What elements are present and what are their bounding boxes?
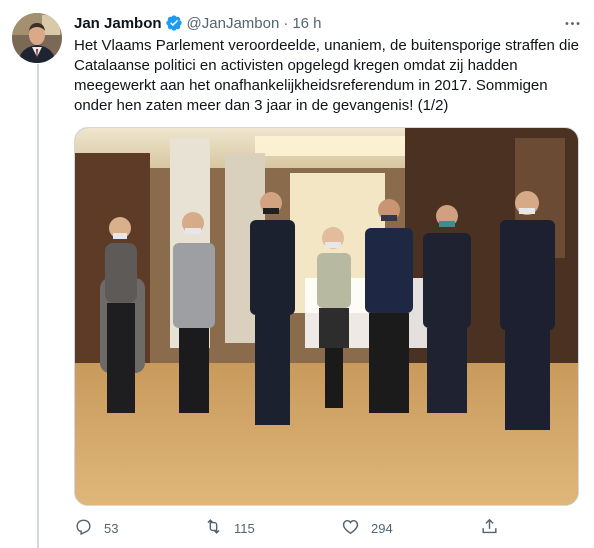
like-icon bbox=[341, 517, 360, 539]
share-icon bbox=[480, 517, 499, 539]
tweet-photo[interactable] bbox=[74, 127, 579, 506]
verified-badge-icon bbox=[165, 14, 183, 32]
separator-dot: · bbox=[283, 14, 289, 32]
reply-button[interactable]: 53 bbox=[74, 517, 118, 539]
like-button[interactable]: 294 bbox=[341, 517, 393, 539]
tweet-header: Jan Jambon @JanJambon · 16 h bbox=[74, 13, 322, 33]
retweet-count: 115 bbox=[234, 520, 255, 536]
like-count: 294 bbox=[371, 520, 393, 536]
retweet-button[interactable]: 115 bbox=[204, 517, 255, 539]
reply-count: 53 bbox=[104, 520, 119, 536]
timestamp[interactable]: 16 h bbox=[292, 15, 321, 32]
retweet-icon bbox=[204, 517, 223, 539]
author-name[interactable]: Jan Jambon bbox=[74, 15, 162, 32]
tweet-text: Het Vlaams Parlement veroordeelde, unani… bbox=[74, 37, 580, 114]
tweet-actions: 53 115 294 bbox=[74, 517, 504, 541]
avatar[interactable] bbox=[12, 13, 62, 63]
thread-line bbox=[37, 64, 39, 548]
more-options-icon[interactable] bbox=[560, 12, 584, 34]
share-button[interactable] bbox=[480, 517, 499, 539]
author-handle[interactable]: @JanJambon bbox=[187, 15, 280, 32]
reply-icon bbox=[74, 517, 93, 539]
